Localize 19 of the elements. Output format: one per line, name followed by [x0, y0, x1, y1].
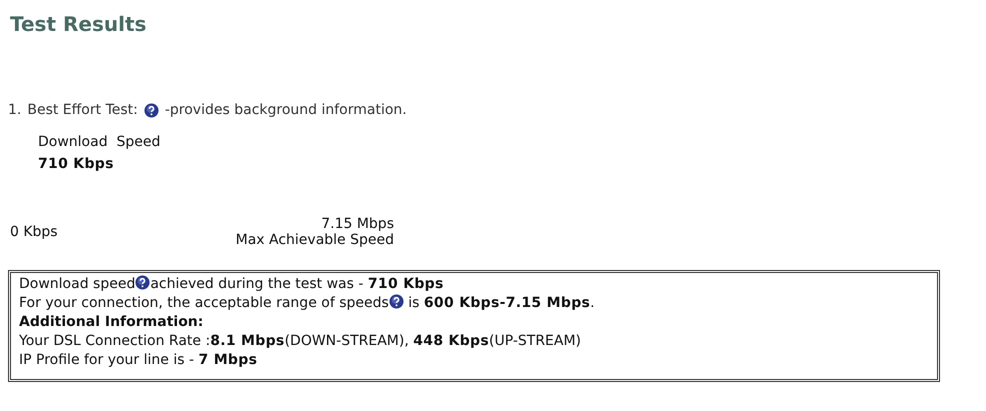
max-speed-label: Max Achievable Speed — [236, 232, 394, 248]
test-description: -provides background information. — [164, 102, 407, 118]
page-title: Test Results — [10, 12, 146, 36]
help-icon[interactable] — [388, 294, 404, 309]
info-text: achieved during the test was - 710 Kbps — [150, 276, 444, 292]
min-speed: 0 Kbps — [10, 224, 58, 240]
info-text: For your connection, the acceptable range of speeds — [19, 295, 389, 311]
info-text: IP Profile for your line is - 7 Mbps — [19, 352, 258, 368]
max-speed: 7.15 Mbps — [321, 216, 394, 232]
download-label: Download Speed — [38, 134, 162, 150]
info-text: is 600 Kbps-7.15 Mbps. — [407, 295, 595, 311]
help-icon[interactable] — [144, 102, 159, 118]
help-icon[interactable] — [135, 275, 150, 290]
test-name: Best Effort Test: — [27, 102, 138, 118]
info-text: Download speed — [19, 276, 136, 292]
section-heading: Additional Information: — [19, 314, 204, 330]
info-text: Your DSL Connection Rate :8.1 Mbps(DOWN-STREAM), 448 Kbps(UP-STREAM) — [19, 333, 582, 349]
test-number: 1. — [8, 102, 22, 118]
download-value: 710 Kbps — [38, 156, 115, 172]
